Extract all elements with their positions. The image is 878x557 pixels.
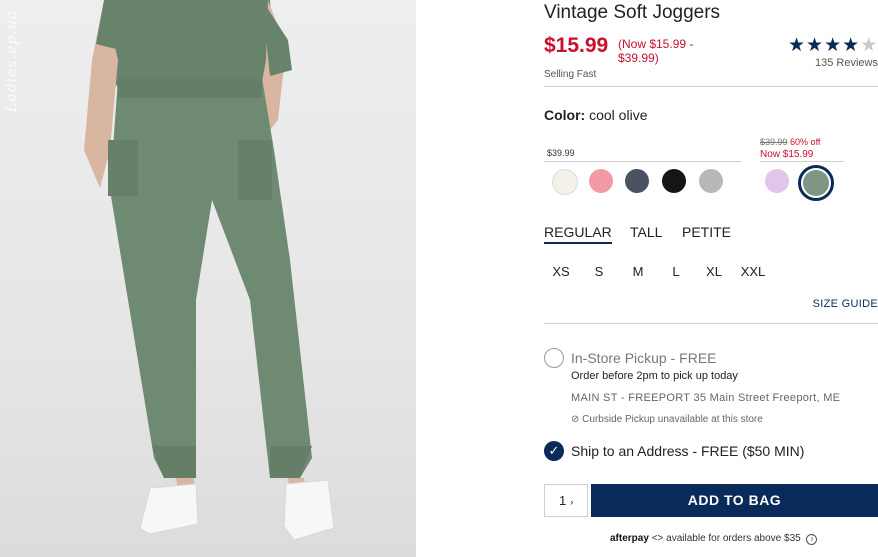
swatch-group-divider: [544, 161, 741, 162]
price-range: (Now $15.99 - $39.99): [618, 37, 694, 65]
color-label: Color: cool olive: [544, 107, 647, 123]
swatch-pink[interactable]: [589, 169, 613, 193]
swatch-heather-gray[interactable]: [699, 169, 723, 193]
size-l[interactable]: L: [660, 264, 692, 279]
swatch-navy-gray[interactable]: [625, 169, 649, 193]
add-to-bag-button[interactable]: ADD TO BAG: [591, 484, 878, 517]
instore-pickup-label[interactable]: In-Store Pickup - FREE: [571, 350, 717, 366]
size-xl[interactable]: XL: [698, 264, 730, 279]
tab-regular[interactable]: REGULAR: [544, 224, 612, 244]
product-photo-illustration: [84, 0, 335, 541]
swatch-lavender[interactable]: [765, 169, 789, 193]
store-address: MAIN ST - FREEPORT 35 Main Street Freepo…: [571, 392, 841, 404]
star-rating[interactable]: ★★★★★: [788, 34, 878, 57]
selling-fast-label: Selling Fast: [544, 69, 597, 80]
half-star-icon: ★: [860, 35, 878, 56]
swatch-group-price: $39.99: [547, 148, 575, 158]
instore-pickup-radio[interactable]: [544, 348, 564, 368]
swatch-cool-olive[interactable]: [798, 165, 834, 201]
color-label-title: Color:: [544, 107, 586, 123]
reviews-link[interactable]: 135 Reviews: [815, 57, 878, 69]
curbside-note: ⊘ Curbside Pickup unavailable at this st…: [571, 414, 763, 425]
star-icon: ★: [842, 35, 861, 56]
pickup-deadline-text: Order before 2pm to pick up today: [571, 370, 738, 382]
star-icon: ★: [824, 35, 843, 56]
size-s[interactable]: S: [583, 264, 615, 279]
product-image[interactable]: Ladies.ep.ua: [0, 0, 416, 557]
unavailable-icon: ⊘: [571, 414, 580, 425]
divider: [544, 86, 878, 87]
afterpay-text: available for orders above $35: [666, 533, 801, 544]
curbside-text: Curbside Pickup unavailable at this stor…: [582, 414, 763, 425]
discount-percent: 60% off: [790, 137, 821, 147]
afterpay-logo: afterpay: [610, 533, 649, 544]
ship-to-address-label[interactable]: Ship to an Address - FREE ($50 MIN): [571, 443, 804, 459]
image-watermark: Ladies.ep.ua: [4, 10, 20, 113]
afterpay-note: afterpay <> available for orders above $…: [610, 533, 818, 545]
sale-swatch-group-price: $39.99 60% off Now $15.99: [760, 136, 820, 161]
divider: [544, 323, 878, 324]
size-m[interactable]: M: [622, 264, 654, 279]
swatch-black[interactable]: [662, 169, 686, 193]
swatch-ivory[interactable]: [552, 169, 578, 195]
info-icon[interactable]: i: [806, 534, 818, 545]
sale-price: $15.99: [544, 34, 609, 57]
sale-swatch-group-divider: [760, 161, 844, 162]
star-icon: ★: [788, 35, 807, 56]
original-price: $39.99: [760, 137, 788, 147]
ship-address-check-icon[interactable]: ✓: [544, 441, 564, 461]
tab-petite[interactable]: PETITE: [682, 224, 731, 240]
tab-tall[interactable]: TALL: [630, 224, 662, 240]
star-icon: ★: [806, 35, 825, 56]
swatch-cool-olive-fill: [803, 170, 829, 196]
afterpay-arrow-icon: <>: [651, 533, 664, 544]
sale-now-price: Now $15.99: [760, 149, 814, 160]
quantity-select[interactable]: 1 ›: [544, 484, 588, 517]
color-value: cool olive: [589, 107, 648, 123]
size-xs[interactable]: XS: [545, 264, 577, 279]
product-details-panel: Vintage Soft Joggers $15.99 (Now $15.99 …: [544, 0, 878, 557]
size-xxl[interactable]: XXL: [737, 264, 769, 279]
quantity-value: 1: [559, 493, 567, 508]
product-title: Vintage Soft Joggers: [544, 2, 721, 23]
size-guide-link[interactable]: SIZE GUIDE: [813, 298, 878, 310]
chevron-down-icon: ›: [570, 497, 574, 507]
